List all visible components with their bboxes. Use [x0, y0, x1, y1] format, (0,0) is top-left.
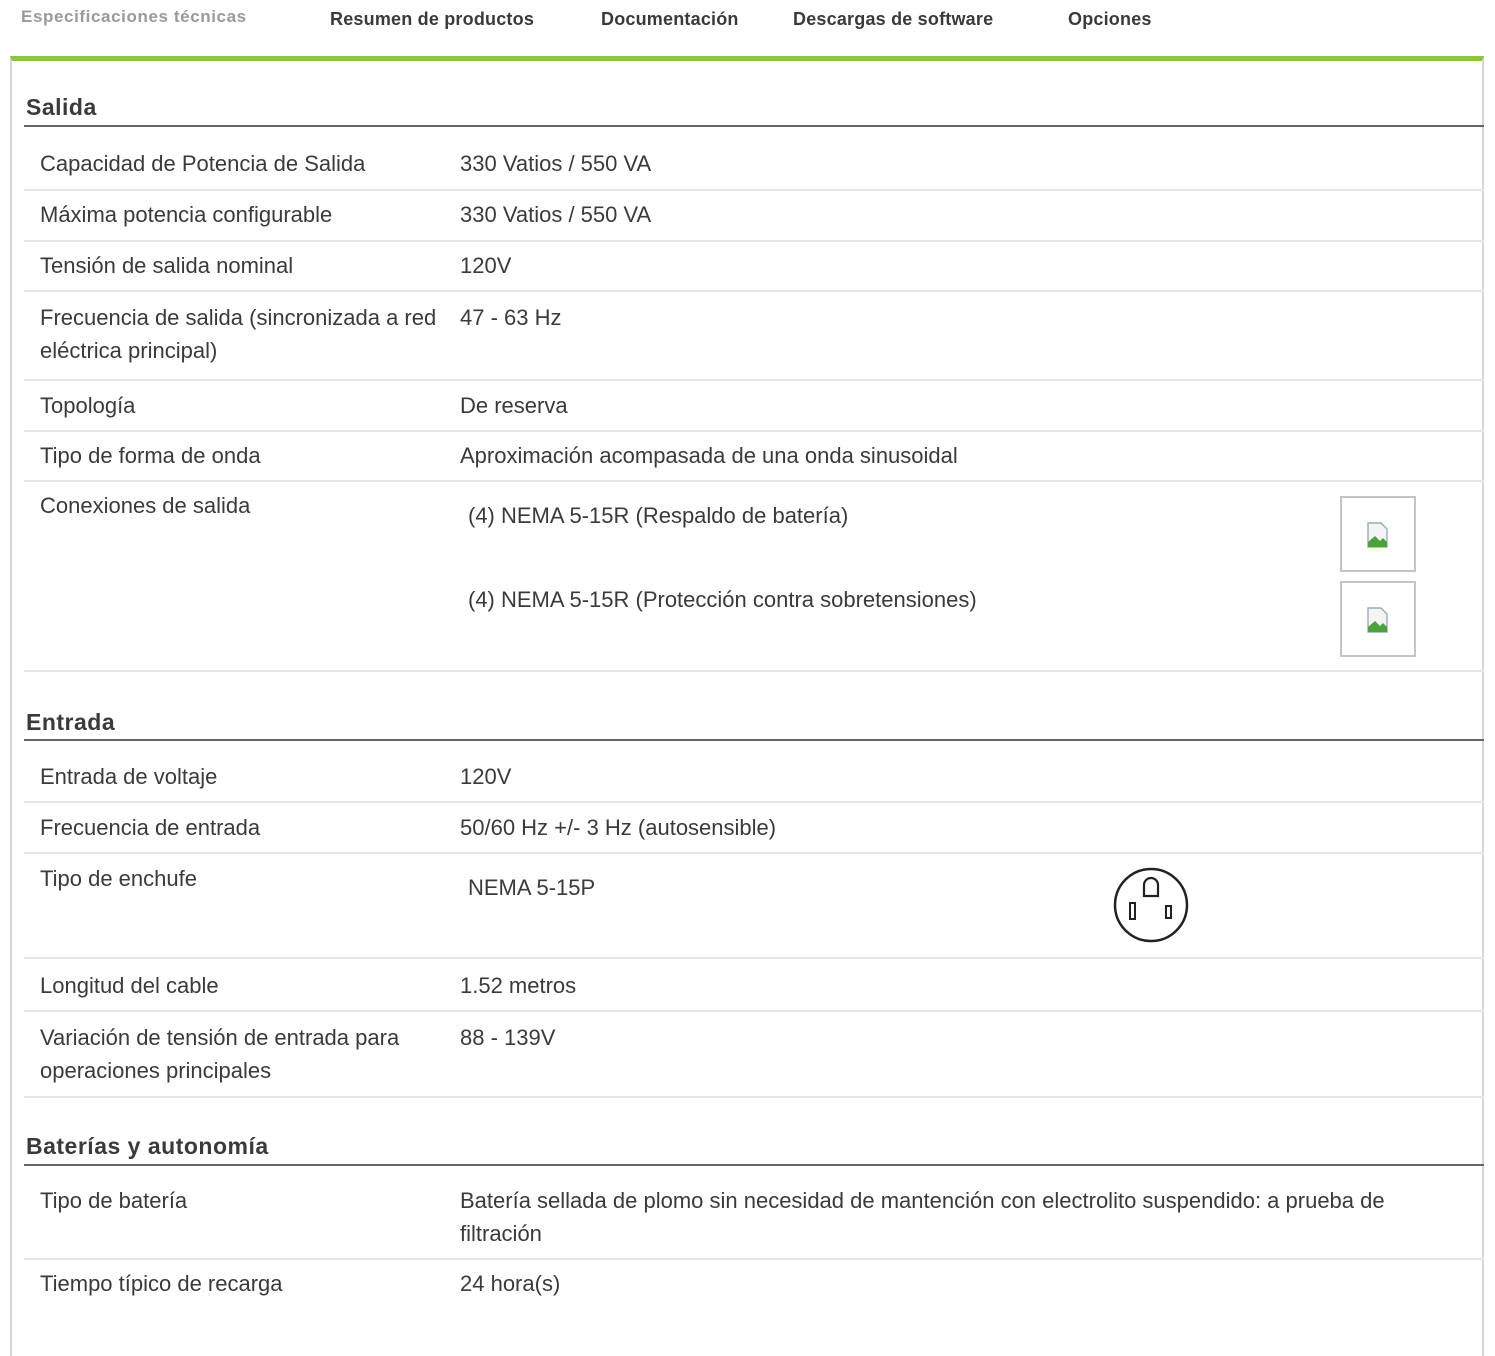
spec-value: 24 hora(s) — [460, 1271, 561, 1296]
spec-label: Tiempo típico de recarga — [40, 1271, 283, 1296]
row-divider — [24, 801, 1484, 803]
spec-value: 330 Vatios / 550 VA — [460, 151, 652, 176]
spec-value: Aproximación acompasada de una onda sinu… — [460, 443, 958, 468]
spec-value: 330 Vatios / 550 VA — [460, 202, 652, 227]
tab-descargas-de-software[interactable]: Descargas de software — [793, 9, 993, 30]
spec-value: De reserva — [460, 393, 568, 418]
spec-label: Entrada de voltaje — [40, 764, 218, 789]
tab-especificaciones-tecnicas[interactable]: Especificaciones técnicas — [21, 7, 247, 27]
row-divider — [24, 480, 1484, 482]
section-divider — [24, 739, 1484, 741]
spec-label: Máxima potencia configurable — [40, 202, 333, 227]
section-divider — [24, 125, 1484, 127]
section-title-baterias: Baterías y autonomía — [26, 1133, 269, 1159]
spec-value: 1.52 metros — [460, 973, 577, 998]
spec-label: Tipo de batería — [40, 1188, 188, 1213]
spec-value-outlet-battery: (4) NEMA 5-15R (Respaldo de batería) — [468, 503, 849, 528]
spec-label: Frecuencia de salida (sincronizada a red… — [40, 305, 437, 363]
row-divider — [24, 290, 1484, 292]
row-divider — [24, 957, 1484, 959]
spec-value-outlet-surge: (4) NEMA 5-15R (Protección contra sobret… — [468, 587, 977, 612]
row-divider — [24, 1010, 1484, 1012]
row-divider — [24, 852, 1484, 854]
row-divider — [24, 379, 1484, 381]
spec-label: Variación de tensión de entrada para ope… — [40, 1025, 400, 1083]
section-divider — [24, 1164, 1484, 1166]
tab-bar: Especificaciones técnicas Resumen de pro… — [0, 0, 1495, 58]
spec-value: 120V — [460, 253, 512, 278]
spec-label: Conexiones de salida — [40, 493, 251, 518]
nema-5-15p-plug-icon — [1113, 867, 1189, 943]
spec-label: Tipo de forma de onda — [40, 443, 261, 468]
spec-label: Tipo de enchufe — [40, 866, 197, 891]
spec-value: 120V — [460, 764, 512, 789]
broken-image-icon — [1340, 496, 1416, 572]
tab-documentacion[interactable]: Documentación — [601, 9, 739, 30]
section-title-entrada: Entrada — [26, 709, 116, 735]
spec-label: Capacidad de Potencia de Salida — [40, 151, 366, 176]
broken-image-icon — [1340, 581, 1416, 657]
spec-value: 50/60 Hz +/- 3 Hz (autosensible) — [460, 815, 777, 840]
tab-resumen-de-productos[interactable]: Resumen de productos — [330, 9, 534, 30]
spec-value: NEMA 5-15P — [468, 875, 596, 900]
spec-label: Longitud del cable — [40, 973, 219, 998]
spec-value: 47 - 63 Hz — [460, 305, 562, 330]
spec-value: 88 - 139V — [460, 1025, 556, 1050]
spec-label: Topología — [40, 393, 136, 418]
row-divider — [24, 189, 1484, 191]
row-divider — [24, 240, 1484, 242]
section-title-salida: Salida — [26, 94, 97, 120]
row-divider — [24, 1258, 1484, 1260]
spec-label: Tensión de salida nominal — [40, 253, 294, 278]
tab-opciones[interactable]: Opciones — [1068, 9, 1152, 30]
spec-value: Batería sellada de plomo sin necesidad d… — [460, 1188, 1385, 1246]
row-divider — [24, 670, 1484, 672]
row-divider — [24, 1096, 1484, 1098]
spec-label: Frecuencia de entrada — [40, 815, 261, 840]
row-divider — [24, 430, 1484, 432]
